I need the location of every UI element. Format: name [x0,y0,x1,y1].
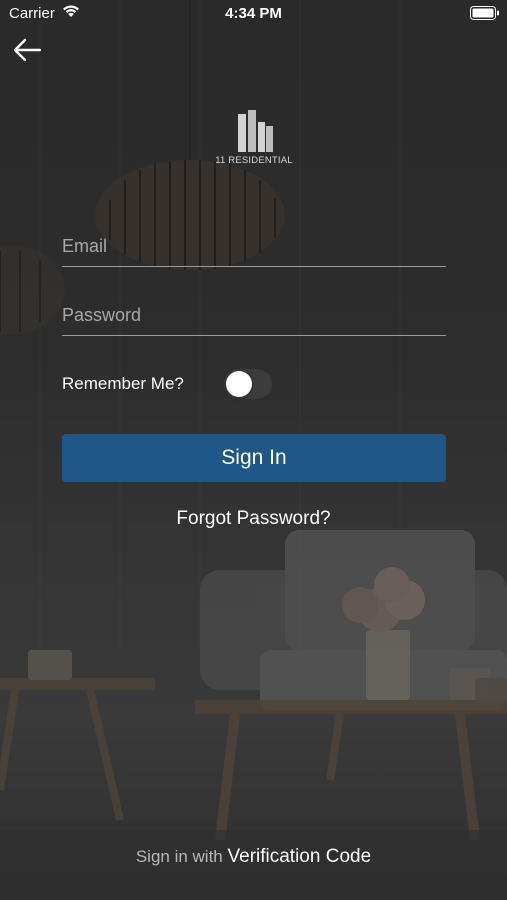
email-field[interactable]: Email [62,232,446,267]
arrow-left-icon [13,38,42,62]
alt-sign-in-prefix: Sign in with [135,847,223,866]
remember-me-toggle[interactable] [224,369,272,399]
forgot-password-link[interactable]: Forgot Password? [0,508,507,530]
coffee-table [195,700,507,841]
password-field[interactable]: Password [62,301,446,336]
verification-code-link[interactable]: Verification Code [228,846,372,867]
alt-sign-in: Sign in with Verification Code [0,846,507,868]
brand-name: 11 RESIDENTIAL [215,155,293,166]
status-bar: Carrier 4:34 PM [0,0,507,28]
login-screen: Carrier 4:34 PM 11 RESIDENTIAL Email Pas… [0,0,507,900]
sign-in-button[interactable]: Sign In [62,434,446,482]
building-logo-icon [238,110,273,152]
brand-logo: 11 RESIDENTIAL [203,110,305,170]
toggle-knob [226,371,252,397]
password-placeholder: Password [62,305,142,325]
battery-icon [470,6,499,20]
email-placeholder: Email [62,236,108,256]
clock: 4:34 PM [225,5,282,22]
remember-me-label: Remember Me? [62,374,184,393]
back-button[interactable] [12,36,48,66]
